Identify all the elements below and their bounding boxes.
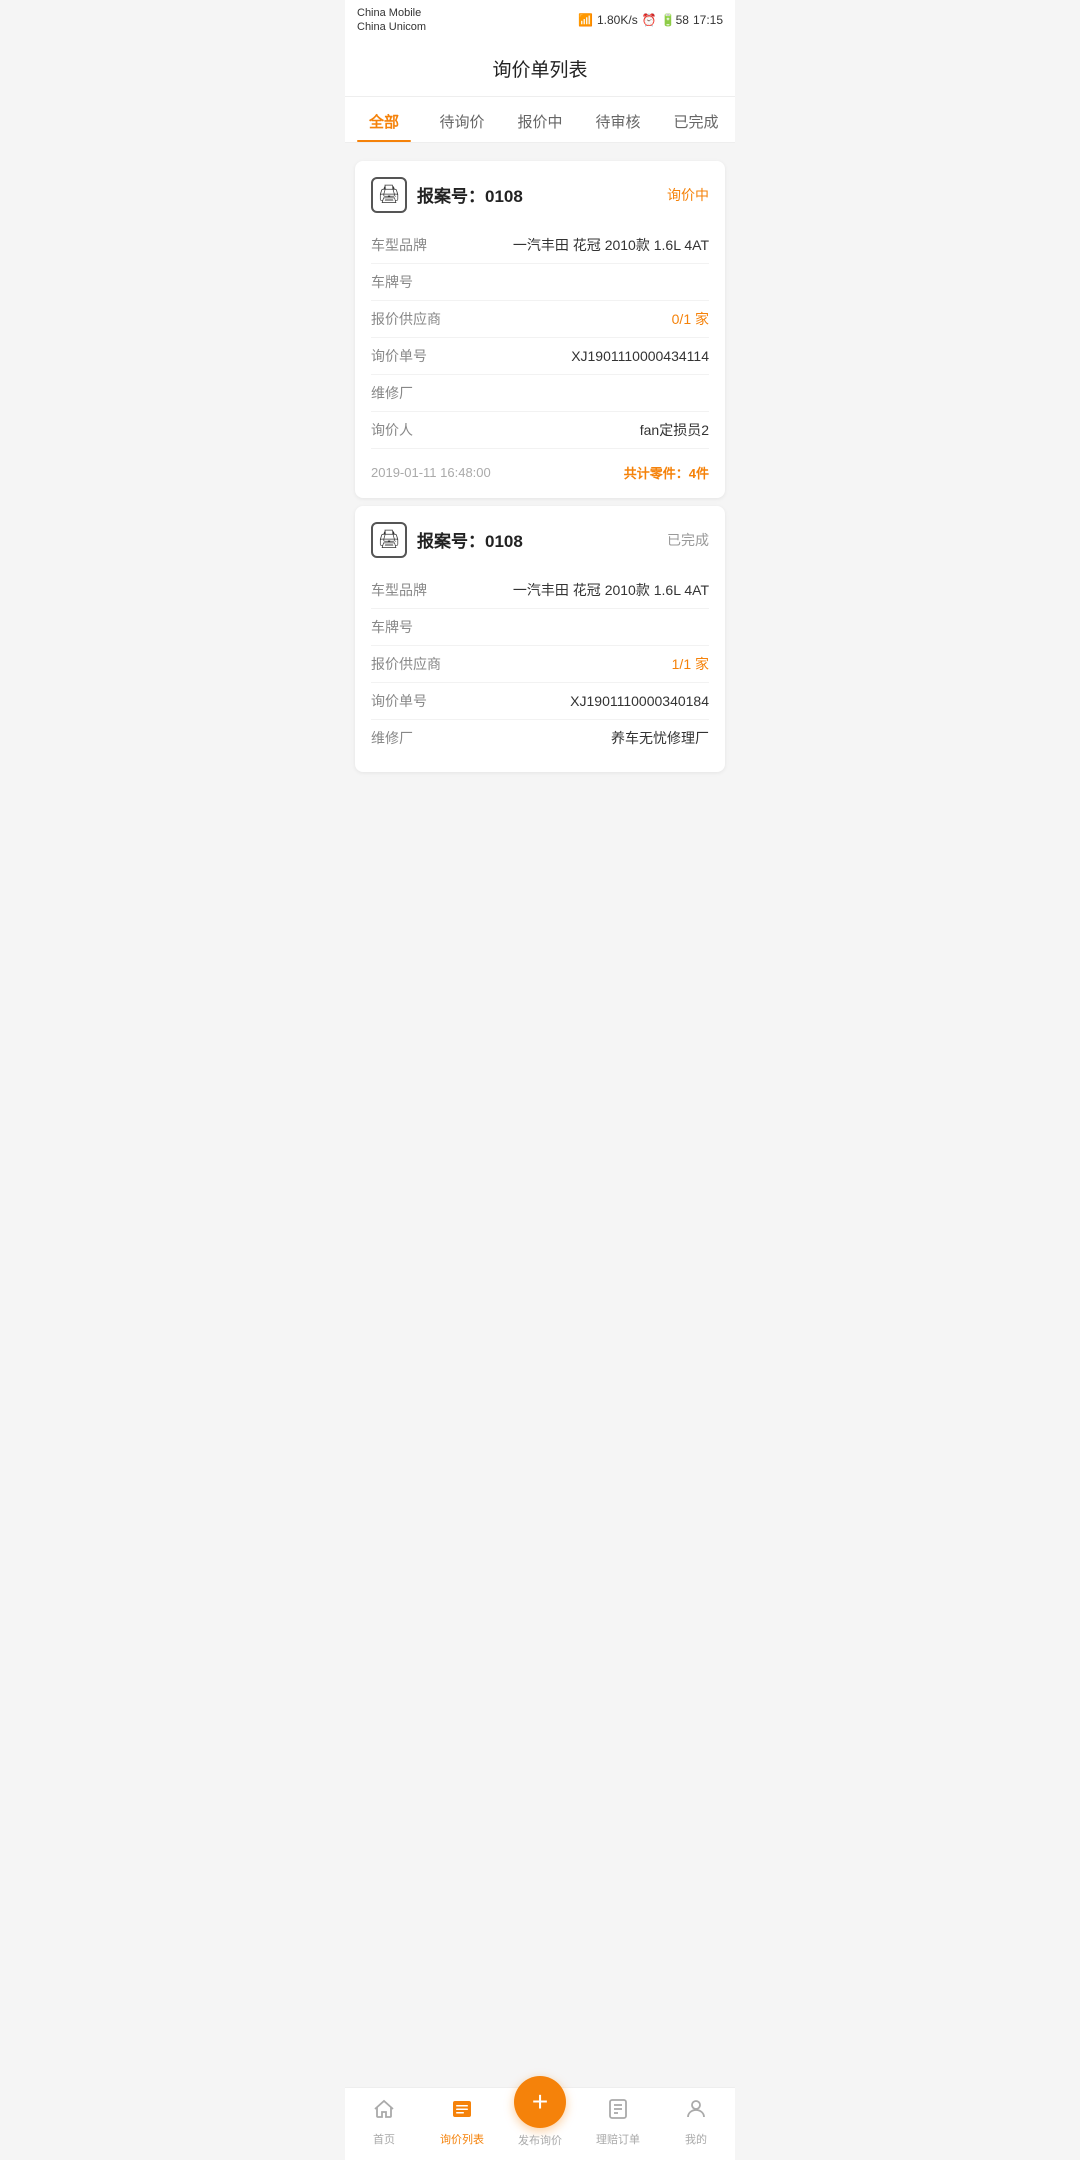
nav-home[interactable]: 首页 <box>345 2097 423 2147</box>
tab-all[interactable]: 全部 <box>345 97 423 142</box>
card-row-plate-2: 车牌号 <box>371 609 709 646</box>
bottom-nav: 首页 询价列表 + 发布询价 理赔订单 <box>345 2087 735 2160</box>
tab-pending[interactable]: 待询价 <box>423 97 501 142</box>
tab-bar: 全部 待询价 报价中 待审核 已完成 <box>345 97 735 143</box>
card-icon-2: 🖨 <box>371 522 407 558</box>
nav-claims[interactable]: 理赔订单 <box>579 2097 657 2147</box>
card-header-left-2: 🖨 报案号：0108 <box>371 522 523 558</box>
card-row-supplier-1: 报价供应商 0/1 家 <box>371 301 709 338</box>
nav-publish[interactable]: + 发布询价 <box>501 2096 579 2148</box>
card-row-inquiryno-1: 询价单号 XJ1901110000434114 <box>371 338 709 375</box>
status-right: 📶 1.80K/s ⏰ 🔋58 17:15 <box>578 13 723 27</box>
carrier2-label: China Unicom <box>357 20 426 34</box>
card-row-plate-1: 车牌号 <box>371 264 709 301</box>
nav-claims-label: 理赔订单 <box>596 2131 640 2147</box>
nav-home-label: 首页 <box>373 2131 395 2147</box>
card-row-inquirer-1: 询价人 fan定损员2 <box>371 412 709 449</box>
card-row-workshop-2: 维修厂 养车无忧修理厂 <box>371 720 709 756</box>
card-date-1: 2019-01-11 16:48:00 <box>371 465 491 480</box>
tab-done[interactable]: 已完成 <box>657 97 735 142</box>
speed-label: 1.80K/s <box>597 13 638 27</box>
claims-icon <box>606 2097 630 2127</box>
nav-inquiry-label: 询价列表 <box>440 2131 484 2147</box>
plus-icon: + <box>532 2088 548 2116</box>
inquiry-card-1[interactable]: 🖨 报案号：0108 询价中 车型品牌 一汽丰田 花冠 2010款 1.6L 4… <box>355 161 725 498</box>
status-bar: China Mobile China Unicom 📶 1.80K/s ⏰ 🔋5… <box>345 0 735 41</box>
battery-label: 🔋58 <box>661 13 689 27</box>
card-footer-1: 2019-01-11 16:48:00 共计零件：4件 <box>371 453 709 482</box>
time-label: 17:15 <box>693 13 723 27</box>
card-row-brand-2: 车型品牌 一汽丰田 花冠 2010款 1.6L 4AT <box>371 572 709 609</box>
nav-mine[interactable]: 我的 <box>657 2097 735 2147</box>
report-no-2: 报案号：0108 <box>417 527 523 552</box>
tab-quoting[interactable]: 报价中 <box>501 97 579 142</box>
status-badge-2: 已完成 <box>667 530 709 550</box>
alarm-icon: ⏰ <box>642 13 657 27</box>
nav-publish-label: 发布询价 <box>518 2132 562 2148</box>
tab-review[interactable]: 待审核 <box>579 97 657 142</box>
mine-icon <box>684 2097 708 2127</box>
carrier-info: China Mobile China Unicom <box>357 6 426 35</box>
carrier1-label: China Mobile <box>357 6 426 20</box>
card-row-brand-1: 车型品牌 一汽丰田 花冠 2010款 1.6L 4AT <box>371 227 709 264</box>
nav-mine-label: 我的 <box>685 2131 707 2147</box>
card-icon-1: 🖨 <box>371 177 407 213</box>
inquiry-list: 🖨 报案号：0108 询价中 车型品牌 一汽丰田 花冠 2010款 1.6L 4… <box>345 143 735 870</box>
card-row-inquiryno-2: 询价单号 XJ1901110000340184 <box>371 683 709 720</box>
page-title: 询价单列表 <box>345 41 735 97</box>
signal-icon: 📶 <box>578 13 593 27</box>
card-parts-1: 共计零件：4件 <box>624 463 709 482</box>
card-header-1: 🖨 报案号：0108 询价中 <box>371 177 709 213</box>
card-row-workshop-1: 维修厂 <box>371 375 709 412</box>
card-header-left-1: 🖨 报案号：0108 <box>371 177 523 213</box>
card-header-2: 🖨 报案号：0108 已完成 <box>371 522 709 558</box>
nav-inquiry[interactable]: 询价列表 <box>423 2097 501 2147</box>
publish-fab[interactable]: + <box>514 2076 566 2128</box>
inquiry-icon <box>450 2097 474 2127</box>
home-icon <box>372 2097 396 2127</box>
status-badge-1: 询价中 <box>667 185 709 205</box>
card-row-supplier-2: 报价供应商 1/1 家 <box>371 646 709 683</box>
inquiry-card-2[interactable]: 🖨 报案号：0108 已完成 车型品牌 一汽丰田 花冠 2010款 1.6L 4… <box>355 506 725 772</box>
report-no-1: 报案号：0108 <box>417 182 523 207</box>
